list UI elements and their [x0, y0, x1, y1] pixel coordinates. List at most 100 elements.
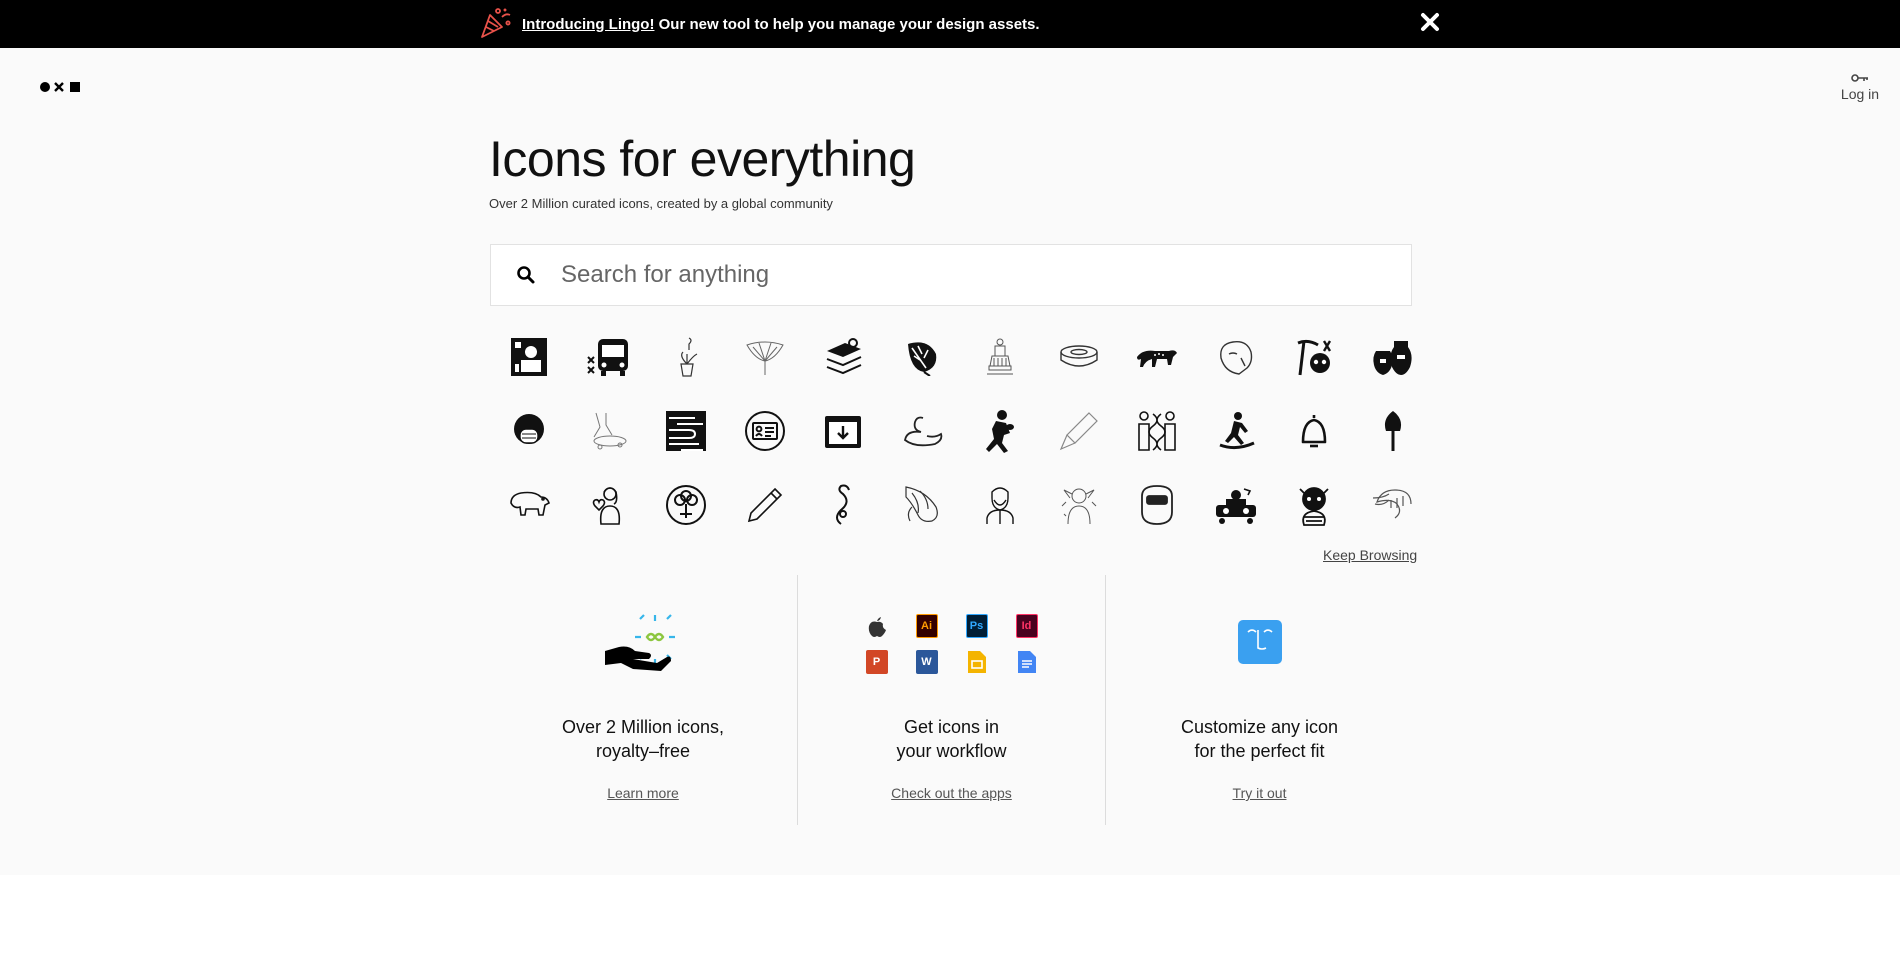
icon-grid-item[interactable]	[883, 470, 962, 544]
icon-grid-item[interactable]	[1354, 396, 1433, 470]
page: Log in Icons for everything Over 2 Milli…	[0, 48, 1900, 875]
tree-emblem-icon	[665, 484, 707, 531]
layers-icon	[823, 337, 863, 382]
icon-grid-item[interactable]	[569, 396, 648, 470]
icon-grid-item[interactable]	[1354, 322, 1433, 396]
page-subtitle: Over 2 Million curated icons, created by…	[489, 196, 833, 211]
icon-grid-item[interactable]	[490, 322, 569, 396]
learn-more-link[interactable]: Learn more	[607, 785, 679, 801]
word-icon[interactable]: W	[915, 650, 938, 674]
noun-project-logo-icon	[40, 80, 82, 98]
feature-customize: Customize any icon for the perfect fit Tr…	[1105, 575, 1413, 825]
monstera-leaf-icon	[904, 338, 940, 381]
icon-grid-item[interactable]	[490, 396, 569, 470]
google-slides-icon[interactable]	[966, 650, 988, 674]
close-icon	[1420, 12, 1440, 37]
icon-grid-item[interactable]	[1197, 396, 1276, 470]
bear-icon	[507, 489, 551, 526]
banner-close-button[interactable]	[1416, 10, 1444, 38]
feature-title-line: your workflow	[896, 741, 1007, 761]
icon-grid-item[interactable]	[647, 322, 726, 396]
pencil-icon	[745, 485, 785, 530]
icon-grid-item[interactable]	[1354, 470, 1433, 544]
welding-mask-icon	[1138, 484, 1176, 531]
google-docs-icon[interactable]	[1016, 650, 1038, 674]
photoshop-icon[interactable]: Ps	[965, 614, 988, 638]
icon-grid-item[interactable]	[726, 470, 805, 544]
icon-grid-item[interactable]	[569, 470, 648, 544]
icon-grid-item[interactable]	[1197, 322, 1276, 396]
wood-grain-icon	[665, 410, 707, 457]
football-player-icon	[982, 409, 1018, 458]
icon-grid-item[interactable]	[1118, 322, 1197, 396]
illustrator-icon[interactable]: Ai	[915, 614, 938, 638]
ginkgo-leaf-icon	[745, 337, 785, 382]
feature-link-wrap: Try it out	[1106, 785, 1413, 801]
icon-grid	[490, 322, 1412, 544]
announcement-banner: Introducing Lingo! Our new tool to help …	[0, 0, 1900, 48]
icon-grid-item[interactable]	[569, 322, 648, 396]
search-bar	[490, 244, 1412, 306]
login-label: Log in	[1840, 86, 1880, 102]
icon-grid-item[interactable]	[961, 396, 1040, 470]
icon-grid-item[interactable]	[490, 470, 569, 544]
hand-infinity-icon	[603, 607, 683, 682]
feature-art: Ai Ps Id P W	[798, 605, 1105, 683]
icon-grid-item[interactable]	[1118, 470, 1197, 544]
hanging-plant-icon	[671, 336, 701, 383]
icon-grid-item[interactable]	[804, 322, 883, 396]
feature-workflow: Ai Ps Id P W Get icons in your workflow C…	[797, 575, 1105, 825]
highlighter-icon	[1059, 411, 1099, 456]
icon-grid-item[interactable]	[1275, 470, 1354, 544]
indesign-icon[interactable]: Id	[1015, 614, 1038, 638]
icon-grid-item[interactable]	[804, 470, 883, 544]
feature-title-line: for the perfect fit	[1194, 741, 1325, 761]
search-input[interactable]	[561, 245, 1411, 305]
try-it-out-link[interactable]: Try it out	[1233, 785, 1287, 801]
feature-title: Get icons in your workflow	[798, 715, 1105, 763]
check-out-apps-link[interactable]: Check out the apps	[891, 785, 1012, 801]
woman-heart-icon	[591, 484, 625, 531]
banner-link-lingo[interactable]: Introducing Lingo!	[522, 16, 654, 33]
page-title: Icons for everything	[489, 131, 916, 187]
keep-browsing-link[interactable]: Keep Browsing	[1323, 547, 1417, 563]
vases-icon	[1372, 337, 1414, 382]
login-button[interactable]: Log in	[1838, 70, 1882, 102]
snowboarder-icon	[1216, 411, 1256, 456]
icon-grid-item[interactable]	[1275, 396, 1354, 470]
powerpoint-icon[interactable]: P	[865, 650, 888, 674]
statue-icon	[983, 336, 1017, 383]
icon-grid-item[interactable]	[647, 470, 726, 544]
apple-icon[interactable]	[866, 614, 888, 638]
icon-grid-item[interactable]	[883, 396, 962, 470]
icon-grid-item[interactable]	[804, 396, 883, 470]
feature-title-line: Customize any icon	[1180, 717, 1339, 737]
feature-title: Over 2 Million icons, royalty–free	[489, 715, 797, 763]
red-panda-icon	[1294, 483, 1334, 532]
shrimp-icon	[1371, 488, 1415, 527]
icon-grid-item[interactable]	[883, 322, 962, 396]
dna-couple-icon	[1135, 410, 1179, 457]
noun-project-logo[interactable]	[40, 80, 82, 98]
icon-grid-item[interactable]	[726, 396, 805, 470]
bell-icon	[1298, 412, 1330, 455]
icon-grid-item[interactable]	[1040, 322, 1119, 396]
search-icon[interactable]	[491, 265, 561, 285]
icon-grid-item[interactable]	[961, 322, 1040, 396]
skateboard-trick-icon	[586, 411, 630, 456]
banner-message: Our new tool to help you manage your des…	[654, 15, 1040, 33]
icon-grid-item[interactable]	[647, 396, 726, 470]
sprout-icon	[827, 484, 859, 531]
icon-grid-item[interactable]	[1040, 396, 1119, 470]
feature-link-wrap: Check out the apps	[798, 785, 1105, 801]
icon-grid-item[interactable]	[1118, 396, 1197, 470]
feature-art	[489, 605, 797, 683]
icon-grid-item[interactable]	[726, 322, 805, 396]
icon-grid-item[interactable]	[1040, 470, 1119, 544]
icon-grid-item[interactable]	[1275, 322, 1354, 396]
mining-skull-icon	[1294, 337, 1334, 382]
bearded-man-icon	[983, 484, 1017, 531]
icon-grid-item[interactable]	[961, 470, 1040, 544]
icon-grid-item[interactable]	[1197, 470, 1276, 544]
face-mask-person-icon	[512, 411, 546, 456]
